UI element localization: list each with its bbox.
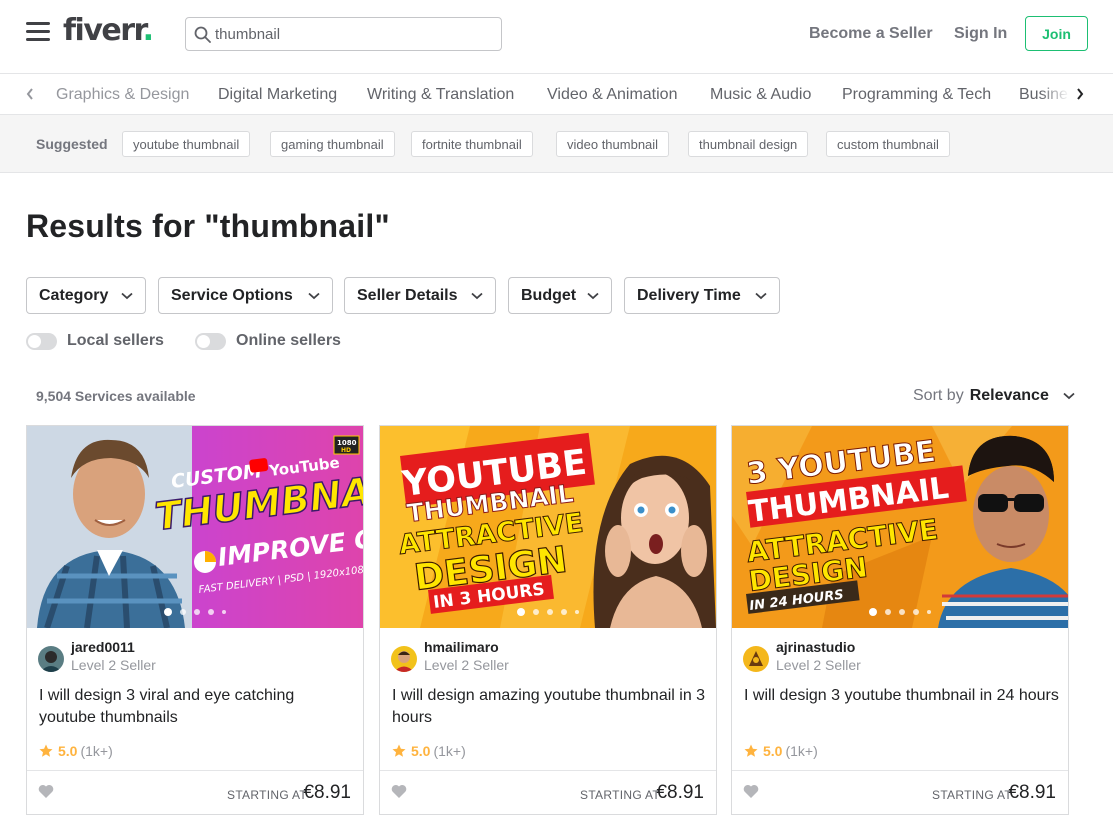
rating-score: 5.0 (411, 743, 431, 759)
starting-at-label: STARTING AT (227, 788, 307, 802)
thumb-text: 1080 (337, 439, 357, 447)
suggested-tag[interactable]: youtube thumbnail (122, 131, 251, 157)
heart-icon[interactable] (743, 784, 759, 799)
local-sellers-label: Local sellers (67, 332, 164, 349)
chevron-left-icon[interactable] (22, 86, 38, 102)
gig-thumbnail[interactable]: CUSTOM YouTube THUMBNAIL IMPROVE CTR FAS… (27, 426, 363, 628)
search-icon (194, 26, 211, 43)
sort-value: Relevance (969, 387, 1049, 404)
gig-rating: 5.0 (1k+) (392, 743, 466, 759)
gig-rating: 5.0 (1k+) (39, 743, 113, 759)
become-seller-link[interactable]: Become a Seller (809, 25, 933, 43)
avatar[interactable] (743, 646, 769, 672)
carousel-dots[interactable] (380, 608, 716, 616)
gig-price[interactable]: €8.91 (303, 782, 351, 804)
starting-at-label: STARTING AT (932, 788, 1012, 802)
seller-level: Level 2 Seller (776, 657, 861, 673)
category-music-audio[interactable]: Music & Audio (710, 86, 811, 104)
category-nav: Graphics & Design Digital Marketing Writ… (0, 74, 1113, 115)
suggested-tag[interactable]: custom thumbnail (826, 131, 950, 157)
filter-category[interactable]: Category (26, 277, 146, 314)
gig-thumbnail[interactable]: YOUTUBE THUMBNAIL ATTRACTIVE DESIGN IN 3… (380, 426, 716, 628)
rating-score: 5.0 (58, 743, 78, 759)
filter-label: Budget (521, 286, 577, 304)
results-title: Results for "thumbnail" (26, 208, 390, 244)
category-graphics-design[interactable]: Graphics & Design (56, 86, 189, 104)
gig-title[interactable]: I will design 3 youtube thumbnail in 24 … (744, 685, 1060, 707)
gig-footer: STARTING AT €8.91 (380, 770, 716, 815)
suggested-tag[interactable]: fortnite thumbnail (411, 131, 533, 157)
seller-name[interactable]: hmailimaro (424, 639, 499, 655)
starting-at-label: STARTING AT (580, 788, 660, 802)
suggested-tag[interactable]: thumbnail design (688, 131, 809, 157)
carousel-dots[interactable] (27, 608, 363, 616)
chevron-down-icon (308, 292, 320, 299)
filter-label: Service Options (171, 286, 293, 304)
filter-label: Seller Details (357, 286, 458, 304)
chevron-down-icon (471, 292, 483, 299)
sort-label: Sort by (913, 387, 964, 404)
avatar[interactable] (391, 646, 417, 672)
star-icon (392, 744, 406, 757)
chevron-down-icon (121, 292, 133, 299)
category-writing-translation[interactable]: Writing & Translation (367, 86, 514, 104)
gig-price[interactable]: €8.91 (1008, 782, 1056, 804)
star-icon (744, 744, 758, 757)
rating-count: (1k+) (433, 743, 466, 759)
sort-dropdown[interactable]: Sort by Relevance (913, 387, 1075, 405)
fiverr-logo[interactable]: fiverr. (63, 13, 154, 48)
search-bar (185, 17, 502, 51)
filter-budget[interactable]: Budget (508, 277, 612, 314)
category-digital-marketing[interactable]: Digital Marketing (218, 86, 337, 104)
seller-name[interactable]: jared0011 (71, 639, 135, 655)
rating-score: 5.0 (763, 743, 783, 759)
menu-icon[interactable] (26, 22, 50, 42)
gig-footer: STARTING AT €8.91 (27, 770, 363, 815)
suggested-label: Suggested (36, 136, 108, 152)
rating-count: (1k+) (80, 743, 113, 759)
online-sellers-label: Online sellers (236, 332, 341, 349)
filter-delivery-time[interactable]: Delivery Time (624, 277, 780, 314)
heart-icon[interactable] (391, 784, 407, 799)
filter-label: Category (39, 286, 109, 304)
category-programming-tech[interactable]: Programming & Tech (842, 86, 991, 104)
chevron-down-icon (587, 292, 599, 299)
suggested-bar: Suggested youtube thumbnail gaming thumb… (0, 115, 1113, 173)
gig-footer: STARTING AT €8.91 (732, 770, 1068, 815)
gig-rating: 5.0 (1k+) (744, 743, 818, 759)
filter-service-options[interactable]: Service Options (158, 277, 333, 314)
local-sellers-toggle[interactable] (26, 333, 57, 350)
avatar[interactable] (38, 646, 64, 672)
gig-card[interactable]: YOUTUBE THUMBNAIL ATTRACTIVE DESIGN IN 3… (379, 425, 717, 815)
gig-price[interactable]: €8.91 (656, 782, 704, 804)
filter-label: Delivery Time (637, 286, 741, 304)
gig-card[interactable]: CUSTOM YouTube THUMBNAIL IMPROVE CTR FAS… (26, 425, 364, 815)
join-button[interactable]: Join (1025, 16, 1088, 51)
carousel-dots[interactable] (732, 608, 1068, 616)
seller-level: Level 2 Seller (424, 657, 509, 673)
rating-count: (1k+) (785, 743, 818, 759)
search-input[interactable] (215, 22, 495, 46)
chevron-down-icon (755, 292, 767, 299)
gig-card[interactable]: 3 YOUTUBE THUMBNAIL ATTRACTIVE DESIGN IN… (731, 425, 1069, 815)
suggested-tag[interactable]: gaming thumbnail (270, 131, 395, 157)
heart-icon[interactable] (38, 784, 54, 799)
seller-level: Level 2 Seller (71, 657, 156, 673)
filter-seller-details[interactable]: Seller Details (344, 277, 496, 314)
gig-title[interactable]: I will design 3 viral and eye catching y… (39, 685, 355, 729)
suggested-tag[interactable]: video thumbnail (556, 131, 670, 157)
online-sellers-toggle[interactable] (195, 333, 226, 350)
sign-in-link[interactable]: Sign In (954, 25, 1007, 43)
star-icon (39, 744, 53, 757)
chevron-down-icon (1063, 392, 1075, 400)
services-count: 9,504 Services available (36, 388, 196, 404)
gig-title[interactable]: I will design amazing youtube thumbnail … (392, 685, 708, 729)
gig-thumbnail[interactable]: 3 YOUTUBE THUMBNAIL ATTRACTIVE DESIGN IN… (732, 426, 1068, 628)
category-video-animation[interactable]: Video & Animation (547, 86, 677, 104)
top-header: fiverr. Become a Seller Sign In Join (0, 0, 1113, 74)
thumb-text: HD (341, 447, 351, 454)
seller-name[interactable]: ajrinastudio (776, 639, 855, 655)
chevron-right-icon[interactable] (1072, 86, 1088, 102)
